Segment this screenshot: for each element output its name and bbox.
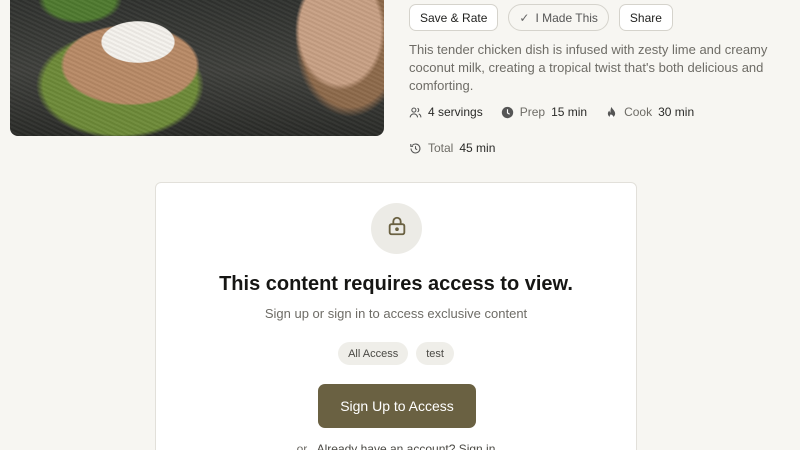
prep-value: 15 min xyxy=(551,105,588,119)
recipe-photo xyxy=(10,0,384,136)
clock-icon xyxy=(501,106,514,119)
recipe-meta-row: 4 servings Prep 15 min Cook 30 min xyxy=(409,105,712,119)
signup-button[interactable]: Sign Up to Access xyxy=(318,384,476,428)
prep-meta: Prep 15 min xyxy=(501,105,587,119)
tag-all-access: All Access xyxy=(338,342,409,365)
made-this-button[interactable]: ✓ I Made This xyxy=(508,4,609,31)
signin-link[interactable]: Already have an account? Sign in xyxy=(317,442,496,450)
made-this-label: I Made This xyxy=(535,10,598,25)
history-icon xyxy=(409,142,422,155)
recipe-actions: Save & Rate ✓ I Made This Share xyxy=(409,4,673,31)
cook-value: 30 min xyxy=(658,105,695,119)
save-rate-label: Save & Rate xyxy=(420,10,488,25)
total-value: 45 min xyxy=(459,141,496,155)
share-label: Share xyxy=(629,10,662,25)
share-button[interactable]: Share xyxy=(618,4,673,31)
access-tags: All Access test xyxy=(156,342,636,365)
cook-meta: Cook 30 min xyxy=(605,105,694,119)
save-rate-button[interactable]: Save & Rate xyxy=(409,4,499,31)
access-subtitle: Sign up or sign in to access exclusive c… xyxy=(264,306,528,321)
cook-label: Cook xyxy=(624,105,653,119)
flame-icon xyxy=(605,106,618,119)
servings-meta: 4 servings xyxy=(409,105,483,119)
recipe-total-row: Total 45 min xyxy=(409,141,513,155)
access-gate-card: This content requires access to view. Si… xyxy=(155,182,637,450)
prep-label: Prep xyxy=(519,105,546,119)
total-meta: Total 45 min xyxy=(409,141,495,155)
total-label: Total xyxy=(428,141,454,155)
access-title: This content requires access to view. xyxy=(219,273,573,295)
users-icon xyxy=(409,106,422,119)
signin-line: or Already have an account? Sign in xyxy=(156,442,636,450)
lock-badge xyxy=(371,203,422,254)
servings-value: 4 servings xyxy=(428,105,483,119)
check-icon: ✓ xyxy=(519,10,530,25)
tag-test: test xyxy=(416,342,454,365)
recipe-description: This tender chicken dish is infused with… xyxy=(409,42,768,93)
lock-icon xyxy=(386,215,408,242)
or-text: or xyxy=(296,442,308,450)
